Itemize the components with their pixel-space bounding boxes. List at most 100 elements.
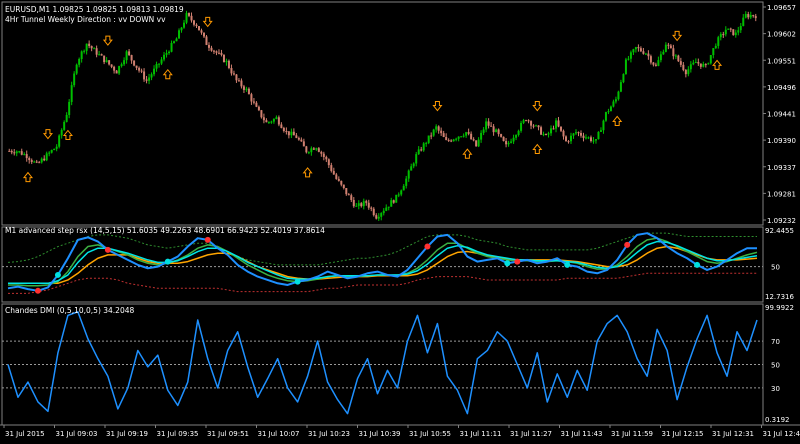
candle-body bbox=[318, 148, 320, 152]
price-panel[interactable] bbox=[8, 11, 757, 221]
candle-body bbox=[700, 63, 702, 66]
candle-body bbox=[553, 128, 555, 129]
candle-body bbox=[455, 139, 457, 140]
candle-body bbox=[662, 52, 664, 54]
candle-body bbox=[395, 195, 397, 203]
candle-body bbox=[470, 134, 472, 139]
candle-body bbox=[735, 33, 737, 36]
candle-body bbox=[108, 60, 110, 64]
candle-body bbox=[682, 65, 684, 70]
candle-body bbox=[610, 107, 612, 112]
candle-body bbox=[315, 148, 317, 149]
candle-body bbox=[128, 51, 130, 55]
candle-body bbox=[193, 20, 195, 24]
candle-body bbox=[433, 130, 435, 136]
candle-body bbox=[483, 130, 485, 133]
rsx-red-dot bbox=[424, 244, 430, 250]
candle-body bbox=[71, 85, 73, 102]
candle-body bbox=[235, 74, 237, 80]
rsx-indicator-panel[interactable] bbox=[2, 233, 763, 294]
candle-body bbox=[740, 26, 742, 30]
candle-body bbox=[645, 54, 647, 55]
candle-body bbox=[413, 163, 415, 166]
candle-body bbox=[103, 56, 105, 63]
candle-body bbox=[83, 51, 85, 52]
candle-body bbox=[503, 137, 505, 141]
rsx-tick-label: 50 bbox=[771, 264, 780, 272]
candle-body bbox=[737, 30, 739, 32]
candle-body bbox=[730, 29, 732, 30]
time-tick-label: 31 Jul 09:19 bbox=[106, 430, 148, 438]
candle-body bbox=[33, 162, 35, 163]
panel-frames bbox=[0, 2, 800, 425]
candle-body bbox=[31, 160, 33, 162]
candle-body bbox=[535, 125, 537, 126]
candle-body bbox=[418, 149, 420, 154]
candle-body bbox=[500, 134, 502, 137]
up-arrow-icon bbox=[713, 60, 721, 69]
candle-body bbox=[188, 13, 190, 16]
candle-body bbox=[345, 188, 347, 194]
candle-body bbox=[725, 30, 727, 34]
candle-body bbox=[275, 117, 277, 119]
candle-body bbox=[203, 33, 205, 37]
candle-body bbox=[710, 55, 712, 63]
price-tick-label: 1.09232 bbox=[767, 217, 796, 225]
candle-body bbox=[572, 133, 574, 135]
candle-body bbox=[81, 51, 83, 59]
candle-body bbox=[450, 141, 452, 142]
candle-body bbox=[58, 135, 60, 146]
candle-body bbox=[133, 61, 135, 66]
candle-body bbox=[523, 120, 525, 123]
candle-body bbox=[430, 136, 432, 137]
candle-body bbox=[443, 133, 445, 137]
candle-body bbox=[475, 140, 477, 146]
rsx-signal-green bbox=[8, 238, 757, 286]
candle-body bbox=[543, 134, 545, 135]
candle-body bbox=[218, 53, 220, 54]
candle-body bbox=[43, 159, 45, 161]
dmi-indicator-panel[interactable] bbox=[2, 312, 763, 414]
candle-body bbox=[473, 139, 475, 140]
candle-body bbox=[310, 148, 312, 152]
candle-body bbox=[121, 64, 123, 66]
down-arrow-icon bbox=[104, 36, 112, 45]
candle-body bbox=[255, 103, 257, 107]
candle-body bbox=[742, 18, 744, 26]
candle-body bbox=[655, 65, 657, 66]
candle-body bbox=[617, 92, 619, 100]
candle-body bbox=[285, 131, 287, 132]
up-arrow-icon bbox=[24, 173, 32, 182]
candle-body bbox=[602, 121, 604, 131]
candle-body bbox=[230, 68, 232, 73]
candle-body bbox=[520, 123, 522, 131]
candle-body bbox=[68, 102, 70, 115]
candle-body bbox=[348, 194, 350, 195]
candle-body bbox=[183, 23, 185, 28]
candle-body bbox=[380, 213, 382, 217]
candle-body bbox=[233, 73, 235, 74]
rsx-upper-band bbox=[8, 233, 757, 265]
candle-body bbox=[415, 154, 417, 163]
candle-body bbox=[620, 82, 622, 91]
candle-body bbox=[375, 215, 377, 219]
candle-body bbox=[335, 174, 337, 178]
dmi-tick-label: 50 bbox=[771, 362, 780, 370]
up-arrow-icon bbox=[304, 168, 312, 177]
rsx-cyan-dot bbox=[694, 262, 700, 268]
candle-body bbox=[528, 120, 530, 121]
candle-body bbox=[156, 64, 158, 69]
candle-body bbox=[303, 141, 305, 146]
candle-body bbox=[208, 45, 210, 48]
candle-body bbox=[166, 53, 168, 55]
candle-body bbox=[612, 101, 614, 106]
down-arrow-icon bbox=[533, 102, 541, 111]
candle-body bbox=[485, 121, 487, 129]
candle-body bbox=[488, 121, 490, 125]
candle-body bbox=[240, 81, 242, 87]
candle-body bbox=[632, 49, 634, 52]
candle-body bbox=[565, 136, 567, 141]
candle-body bbox=[328, 159, 330, 165]
panel-frame-1 bbox=[2, 2, 763, 225]
price-tick-label: 1.09337 bbox=[767, 164, 796, 172]
